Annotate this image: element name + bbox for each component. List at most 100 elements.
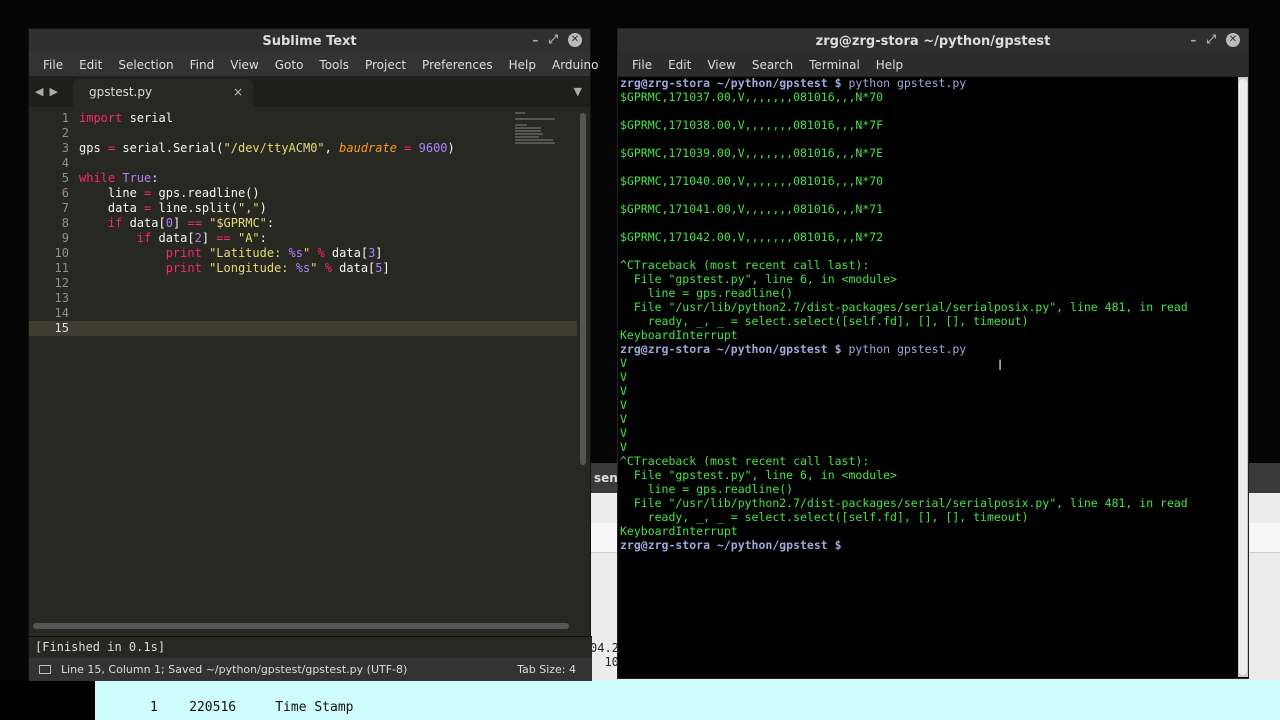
- v-line: V: [620, 384, 627, 398]
- gprmc-line: $GPRMC,171041.00,V,,,,,,,081016,,,N*71: [620, 202, 884, 216]
- menu-file[interactable]: File: [624, 58, 660, 72]
- traceback-line: KeyboardInterrupt: [620, 524, 738, 538]
- traceback-line: File "/usr/lib/python2.7/dist-packages/s…: [620, 300, 1188, 314]
- tab-close-icon[interactable]: ×: [233, 85, 243, 99]
- v-line: V: [620, 370, 627, 384]
- line-number: 14: [54, 306, 69, 320]
- sublime-window: Sublime Text – ⤢ ✕ File Edit Selection F…: [28, 28, 598, 681]
- terminal-titlebar[interactable]: zrg@zrg-stora ~/python/gpstest – ⤢ ✕: [618, 29, 1248, 53]
- tab-gpstest[interactable]: gpstest.py ×: [73, 79, 253, 107]
- terminal-scrollbar[interactable]: [1238, 77, 1248, 677]
- terminal-output[interactable]: zrg@zrg-stora ~/python/gpstest $ python …: [620, 76, 1236, 676]
- terminal-window: zrg@zrg-stora ~/python/gpstest – ⤢ ✕ Fil…: [617, 28, 1249, 679]
- close-icon[interactable]: ✕: [568, 32, 582, 47]
- line-number: 11: [54, 261, 69, 275]
- traceback-line: line = gps.readline(): [620, 482, 794, 496]
- terminal-prompt: zrg@zrg-stora ~/python/gpstest $: [620, 342, 842, 356]
- text-cursor-icon: I: [998, 358, 1002, 374]
- line-number: 4: [61, 156, 69, 170]
- traceback-line: ^CTraceback (most recent call last):: [620, 454, 870, 468]
- minimap[interactable]: [515, 111, 575, 144]
- menu-goto[interactable]: Goto: [267, 58, 312, 72]
- menu-selection[interactable]: Selection: [110, 58, 181, 72]
- gprmc-line: $GPRMC,171042.00,V,,,,,,,081016,,,N*72: [620, 230, 884, 244]
- terminal-menubar: File Edit View Search Terminal Help: [618, 53, 1248, 77]
- line-number: 13: [54, 291, 69, 305]
- line-number-gutter: 1 2 3 4 5 6 7 8 9 10 11 12 13 14 15: [29, 111, 69, 336]
- tab-label: gpstest.py: [89, 85, 153, 99]
- sublime-titlebar[interactable]: Sublime Text – ⤢ ✕: [29, 29, 590, 53]
- line-number: 10: [54, 246, 69, 260]
- gprmc-line: $GPRMC,171037.00,V,,,,,,,081016,,,N*70: [620, 90, 884, 104]
- editor-vertical-scrollbar[interactable]: [580, 113, 586, 465]
- line-number: 7: [61, 201, 69, 215]
- v-line: V: [620, 440, 627, 454]
- background-table-row: 1 220516 Time Stamp: [150, 700, 354, 715]
- terminal-scroll-thumb[interactable]: [1239, 79, 1247, 675]
- terminal-title: zrg@zrg-stora ~/python/gpstest: [815, 33, 1051, 49]
- line-number: 12: [54, 276, 69, 290]
- menu-tools[interactable]: Tools: [311, 58, 357, 72]
- menu-arduino[interactable]: Arduino: [544, 58, 606, 72]
- menu-terminal[interactable]: Terminal: [801, 58, 868, 72]
- terminal-command: python gpstest.py: [848, 342, 967, 356]
- v-line: V: [620, 398, 627, 412]
- gprmc-line: $GPRMC,171038.00,V,,,,,,,081016,,,N*7F: [620, 118, 884, 132]
- terminal-prompt: zrg@zrg-stora ~/python/gpstest $: [620, 538, 842, 552]
- line-number: 9: [61, 231, 69, 245]
- v-line: V: [620, 426, 627, 440]
- traceback-line: ready, _, _ = select.select([self.fd], […: [620, 314, 1029, 328]
- minimize-icon[interactable]: –: [532, 33, 538, 47]
- menu-file[interactable]: File: [35, 58, 71, 72]
- line-number: 6: [61, 186, 69, 200]
- maximize-icon[interactable]: ⤢: [1206, 32, 1216, 47]
- line-number: 15: [54, 321, 69, 335]
- sublime-title: Sublime Text: [262, 33, 357, 49]
- traceback-line: File "/usr/lib/python2.7/dist-packages/s…: [620, 496, 1188, 510]
- terminal-window-controls: – ⤢ ✕: [1190, 32, 1240, 47]
- menu-help[interactable]: Help: [868, 58, 911, 72]
- v-line: V: [620, 412, 627, 426]
- gprmc-line: $GPRMC,171039.00,V,,,,,,,081016,,,N*7E: [620, 146, 884, 160]
- source-code[interactable]: import serial gps = serial.Serial("/dev/…: [79, 111, 455, 321]
- editor-horizontal-scrollbar[interactable]: [33, 623, 569, 629]
- menu-view[interactable]: View: [699, 58, 743, 72]
- traceback-line: line = gps.readline(): [620, 286, 794, 300]
- line-number: 8: [61, 216, 69, 230]
- panel-toggle-icon[interactable]: [39, 665, 51, 674]
- v-line: V: [620, 356, 627, 370]
- tab-size-selector[interactable]: Tab Size: 4: [517, 663, 576, 676]
- menu-edit[interactable]: Edit: [71, 58, 110, 72]
- terminal-prompt: zrg@zrg-stora ~/python/gpstest $: [620, 76, 842, 90]
- traceback-line: ^CTraceback (most recent call last):: [620, 258, 870, 272]
- line-number: 3: [61, 141, 69, 155]
- close-icon[interactable]: ✕: [1226, 32, 1240, 47]
- sublime-window-controls: – ⤢ ✕: [532, 32, 582, 47]
- menu-project[interactable]: Project: [357, 58, 414, 72]
- tab-dropdown-icon[interactable]: ▼: [574, 85, 582, 98]
- menu-edit[interactable]: Edit: [660, 58, 699, 72]
- traceback-line: File "gpstest.py", line 6, in <module>: [620, 468, 897, 482]
- line-number: 2: [61, 126, 69, 140]
- menu-preferences[interactable]: Preferences: [414, 58, 501, 72]
- gprmc-line: $GPRMC,171040.00,V,,,,,,,081016,,,N*70: [620, 174, 884, 188]
- sublime-statusbar: Line 15, Column 1; Saved ~/python/gpstes…: [29, 658, 592, 681]
- tab-nav-arrows-icon[interactable]: ◀▶: [35, 85, 64, 98]
- maximize-icon[interactable]: ⤢: [548, 32, 558, 47]
- code-editor[interactable]: 1 2 3 4 5 6 7 8 9 10 11 12 13 14 15 import serial gps …: [29, 107, 577, 619]
- line-number: 1: [61, 111, 69, 125]
- line-number: 5: [61, 171, 69, 185]
- traceback-line: File "gpstest.py", line 6, in <module>: [620, 272, 897, 286]
- menu-search[interactable]: Search: [744, 58, 801, 72]
- build-output: [Finished in 0.1s]: [29, 636, 592, 658]
- sublime-menubar: File Edit Selection Find View Goto Tools…: [29, 53, 598, 77]
- menu-find[interactable]: Find: [182, 58, 223, 72]
- current-line-highlight: [29, 321, 577, 336]
- menu-view[interactable]: View: [222, 58, 266, 72]
- traceback-line: KeyboardInterrupt: [620, 328, 738, 342]
- sublime-tabbar: ◀▶ gpstest.py × ▼: [29, 77, 590, 107]
- menu-help[interactable]: Help: [501, 58, 544, 72]
- status-text: Line 15, Column 1; Saved ~/python/gpstes…: [61, 663, 408, 676]
- minimize-icon[interactable]: –: [1190, 33, 1196, 47]
- terminal-command: python gpstest.py: [848, 76, 967, 90]
